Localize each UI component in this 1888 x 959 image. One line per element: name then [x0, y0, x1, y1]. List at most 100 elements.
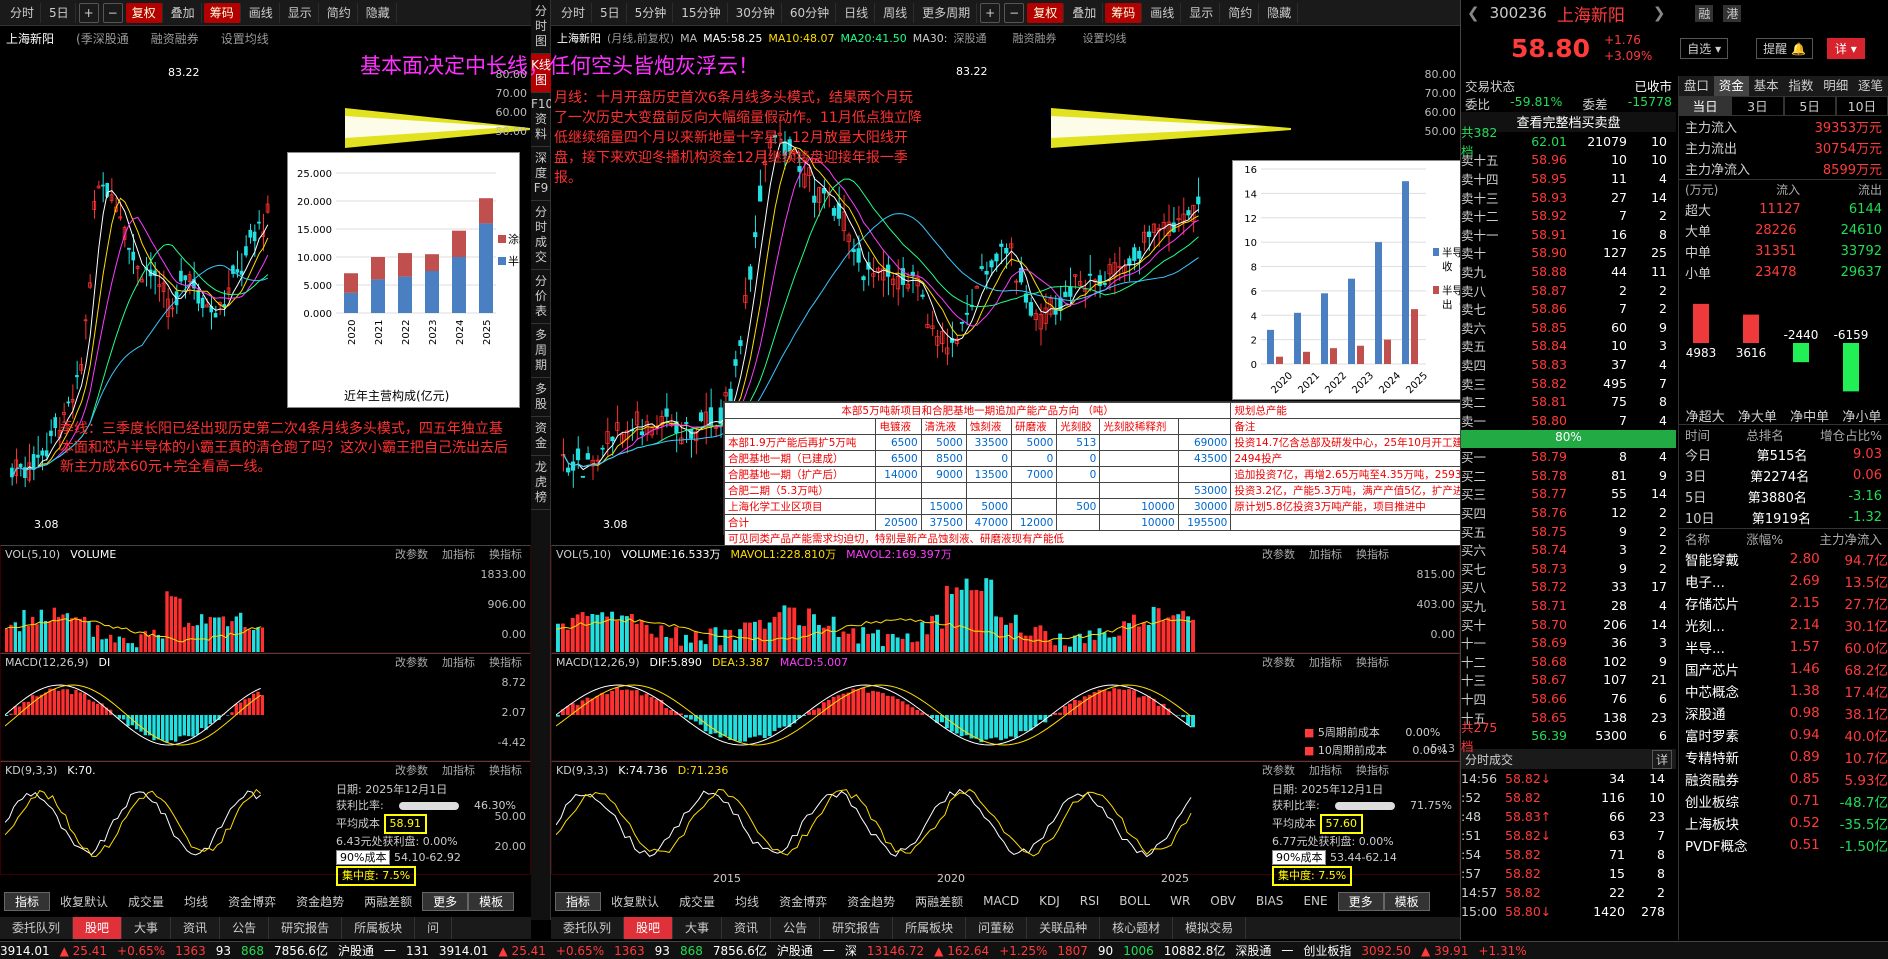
- toolbar-button-14[interactable]: 画线: [1144, 2, 1182, 23]
- indicator-label[interactable]: KD(9,3,3): [5, 764, 57, 777]
- sector-row[interactable]: 存储芯片 2.15 27.7亿: [1685, 592, 1888, 614]
- toolbar-button-3[interactable]: 15分钟: [675, 2, 728, 23]
- toolbar-button-0[interactable]: 分时: [555, 2, 593, 23]
- fund-tab-0[interactable]: 盘口: [1679, 76, 1714, 96]
- bottom-tab-1[interactable]: 收复默认: [601, 893, 669, 910]
- bottom-tab-6[interactable]: 两融差额: [905, 893, 973, 910]
- sector-row[interactable]: 国产芯片 1.46 68.2亿: [1685, 658, 1888, 680]
- sector-row[interactable]: 电子... 2.69 13.5亿: [1685, 570, 1888, 592]
- bottom-tab-0[interactable]: 指标: [4, 891, 51, 911]
- news-tab-3[interactable]: 资讯: [171, 917, 221, 939]
- toolbar-button-6[interactable]: 筹码: [203, 2, 241, 23]
- bottom-tab-10[interactable]: BOLL: [1109, 894, 1160, 908]
- switch-indicator[interactable]: 换指标: [1356, 546, 1389, 562]
- indicator-label[interactable]: MACD(12,26,9): [556, 656, 640, 669]
- trades-detail-button[interactable]: 详: [1651, 749, 1672, 769]
- mid-tab-1[interactable]: 深股通: [953, 30, 986, 46]
- period-tab-3[interactable]: 10日: [1835, 96, 1888, 116]
- bottom-tab-3[interactable]: 均线: [725, 893, 769, 910]
- sector-row[interactable]: 专精特新 0.89 10.7亿: [1685, 746, 1888, 768]
- news-tab-5[interactable]: 研究报告: [820, 917, 894, 939]
- bottom-tab-14[interactable]: ENE: [1293, 894, 1337, 908]
- vtab-8[interactable]: 资金: [531, 417, 551, 456]
- news-tab-9[interactable]: 核心题材: [1100, 917, 1174, 939]
- switch-indicator[interactable]: 换指标: [489, 762, 522, 778]
- sector-row[interactable]: 融资融券 0.85 5.93亿: [1685, 768, 1888, 790]
- news-tab-2[interactable]: 大事: [673, 917, 723, 939]
- modify-params[interactable]: 改参数: [1262, 654, 1295, 670]
- bottom-tab-3[interactable]: 均线: [174, 893, 218, 910]
- news-tab-5[interactable]: 研究报告: [269, 917, 343, 939]
- toolbar-button-11[interactable]: 复权: [1027, 2, 1065, 23]
- sector-row[interactable]: 中芯概念 1.38 17.4亿: [1685, 680, 1888, 702]
- sector-row[interactable]: 深股通 0.98 38.1亿: [1685, 702, 1888, 724]
- toolbar-button-8[interactable]: 显示: [282, 2, 319, 23]
- toolbar-button-1[interactable]: 5日: [594, 2, 627, 23]
- news-tab-4[interactable]: 公告: [220, 917, 270, 939]
- period-tab-0[interactable]: 当日: [1679, 96, 1732, 116]
- toolbar-button-3[interactable]: −: [102, 2, 123, 23]
- toolbar-button-5[interactable]: 叠加: [165, 2, 202, 23]
- vtab-5[interactable]: 分价表: [531, 270, 551, 324]
- news-tab-0[interactable]: 委托队列: [0, 917, 74, 939]
- sector-row[interactable]: PVDF概念 0.51 -1.50亿: [1685, 834, 1888, 856]
- modify-params[interactable]: 改参数: [395, 546, 428, 562]
- alert-button[interactable]: 提醒 🔔: [1756, 37, 1813, 59]
- fund-tab-5[interactable]: 逐笔: [1853, 76, 1888, 96]
- bottom-tab-13[interactable]: BIAS: [1246, 894, 1294, 908]
- toolbar-button-2[interactable]: 5分钟: [629, 2, 674, 23]
- news-tab-10[interactable]: 模拟交易: [1173, 917, 1247, 939]
- bottom-tab-7[interactable]: 更多: [422, 891, 469, 911]
- left-tab-2[interactable]: 融资融券: [151, 30, 199, 47]
- vtab-6[interactable]: 多周期: [531, 324, 551, 378]
- bottom-tab-11[interactable]: WR: [1160, 894, 1200, 908]
- vtab-0[interactable]: 分时图: [531, 0, 551, 54]
- bottom-tab-8[interactable]: KDJ: [1029, 894, 1070, 908]
- add-indicator[interactable]: 加指标: [442, 654, 475, 670]
- vtab-7[interactable]: 多股: [531, 378, 551, 417]
- add-indicator[interactable]: 加指标: [1309, 654, 1342, 670]
- modify-params[interactable]: 改参数: [395, 762, 428, 778]
- modify-params[interactable]: 改参数: [1262, 762, 1295, 778]
- modify-params[interactable]: 改参数: [1262, 546, 1295, 562]
- left-tab-1[interactable]: (季深股通: [76, 30, 129, 47]
- hk-badge[interactable]: 港: [1723, 4, 1742, 22]
- vtab-2[interactable]: F10资料: [531, 93, 553, 147]
- add-indicator[interactable]: 加指标: [1309, 546, 1342, 562]
- bottom-tab-16[interactable]: 模板: [1383, 891, 1430, 911]
- toolbar-button-2[interactable]: +: [78, 2, 99, 23]
- sector-row[interactable]: 富时罗素 0.94 40.0亿: [1685, 724, 1888, 746]
- news-tab-3[interactable]: 资讯: [722, 917, 772, 939]
- indicator-label[interactable]: KD(9,3,3): [556, 764, 608, 777]
- watchlist-button[interactable]: 自选 ▾: [1680, 37, 1729, 59]
- vtab-3[interactable]: 深度F9: [531, 147, 551, 201]
- mid-tab-3[interactable]: 设置均线: [1082, 30, 1126, 46]
- bottom-tab-12[interactable]: OBV: [1200, 894, 1246, 908]
- bottom-tab-9[interactable]: RSI: [1070, 894, 1110, 908]
- vtab-9[interactable]: 龙虎榜: [531, 456, 551, 510]
- toolbar-button-16[interactable]: 简约: [1222, 2, 1260, 23]
- vtab-4[interactable]: 分时成交: [531, 201, 551, 270]
- fund-tab-2[interactable]: 基本: [1749, 76, 1784, 96]
- add-indicator[interactable]: 加指标: [442, 546, 475, 562]
- toolbar-button-4[interactable]: 30分钟: [730, 2, 782, 23]
- range-select[interactable]: 90%成本: [1272, 850, 1327, 865]
- bottom-tab-15[interactable]: 更多: [1337, 891, 1384, 911]
- range-select[interactable]: 90%成本: [336, 850, 391, 865]
- toolbar-button-5[interactable]: 60分钟: [784, 2, 837, 23]
- mid-tab-2[interactable]: 融资融券: [1012, 30, 1056, 46]
- toolbar-button-17[interactable]: 隐藏: [1261, 2, 1299, 23]
- bottom-tab-1[interactable]: 收复默认: [50, 893, 118, 910]
- left-tab-3[interactable]: 设置均线: [221, 30, 269, 47]
- toolbar-button-10[interactable]: −: [1004, 2, 1025, 23]
- news-tab-6[interactable]: 所属板块: [342, 917, 416, 939]
- prev-icon[interactable]: ❮: [1467, 4, 1480, 22]
- sector-row[interactable]: 光刻... 2.14 30.1亿: [1685, 614, 1888, 636]
- toolbar-button-9[interactable]: +: [980, 2, 1001, 23]
- news-tab-8[interactable]: 关联品种: [1027, 917, 1101, 939]
- add-indicator[interactable]: 加指标: [1309, 762, 1342, 778]
- fund-tab-1[interactable]: 资金: [1713, 76, 1749, 96]
- sector-row[interactable]: 智能穿戴 2.80 94.7亿: [1685, 548, 1888, 570]
- news-tab-1[interactable]: 股吧: [73, 917, 123, 939]
- toolbar-button-7[interactable]: 画线: [243, 2, 280, 23]
